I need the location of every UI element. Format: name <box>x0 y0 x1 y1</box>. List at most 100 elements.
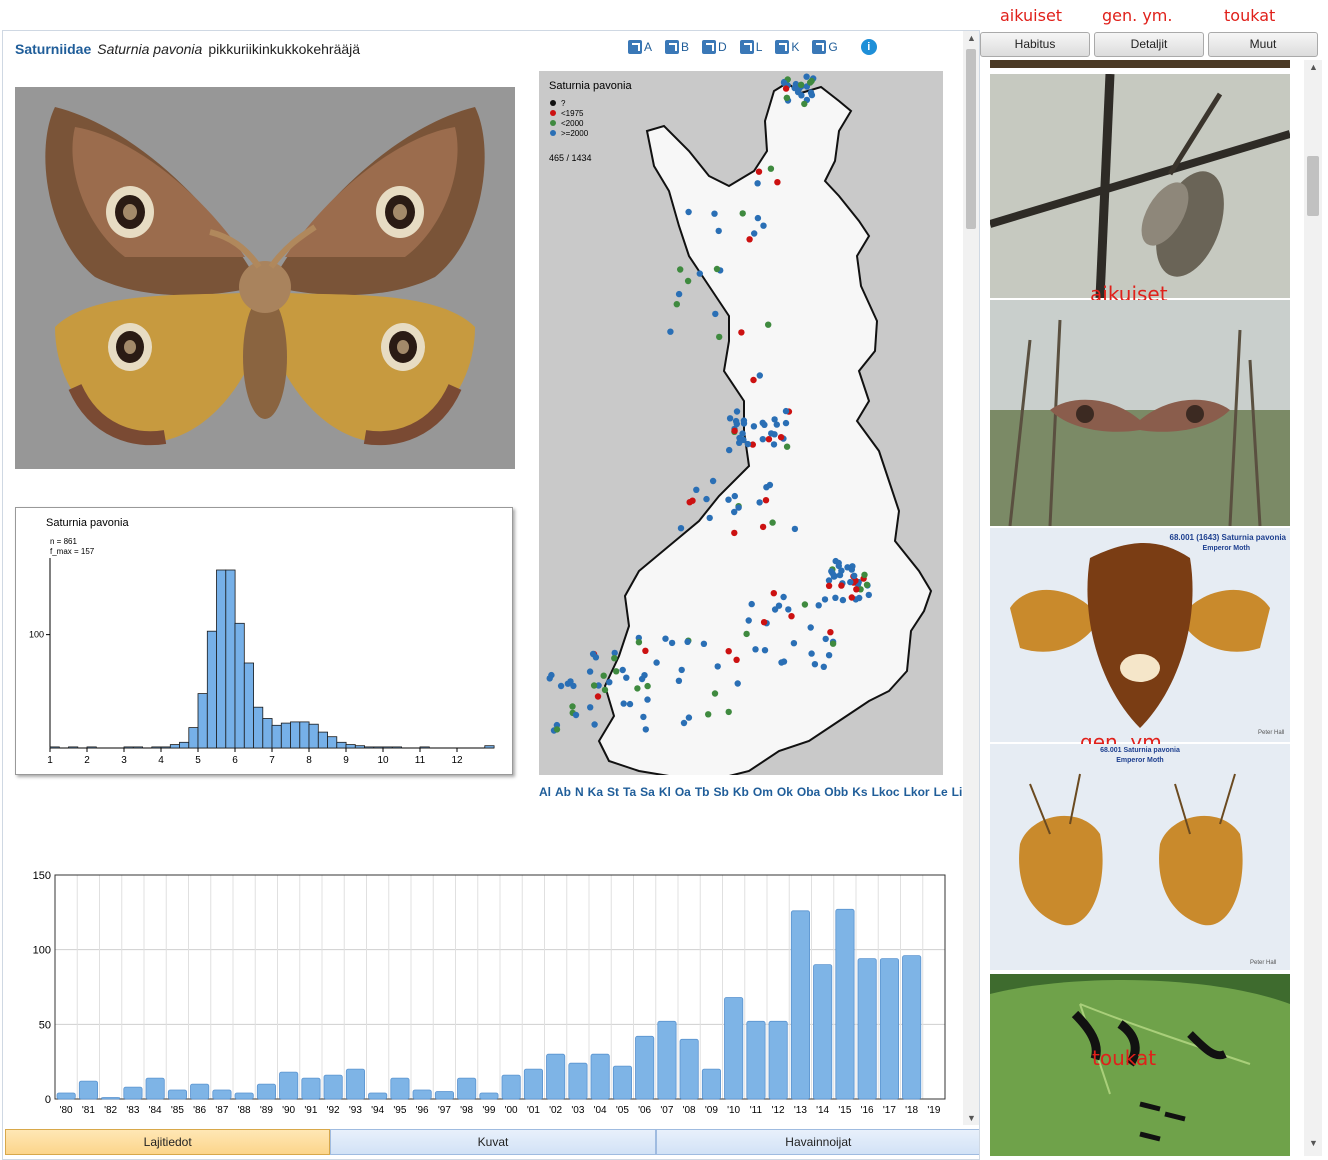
thumb-partial[interactable] <box>990 60 1290 68</box>
map-record-dot <box>600 672 607 679</box>
tab-lajitiedot[interactable]: Lajitiedot <box>5 1129 331 1155</box>
region-link-le[interactable]: Le <box>934 785 948 799</box>
region-link-lkoc[interactable]: Lkoc <box>872 785 900 799</box>
thumb-genitalia-1[interactable]: 68.001 (1643) Saturnia pavonia Emperor M… <box>990 528 1290 742</box>
specimen-photo[interactable] <box>15 87 515 469</box>
year-label: '90 <box>282 1105 295 1116</box>
year-label: '14 <box>816 1105 829 1116</box>
map-record-dot <box>736 434 743 442</box>
year-bar <box>768 1020 788 1100</box>
scroll-down-arrow-icon[interactable]: ▼ <box>967 1113 976 1123</box>
map-record-dot <box>586 668 594 675</box>
year-bar <box>212 1089 232 1100</box>
map-record-dot <box>766 481 774 489</box>
region-link-ok[interactable]: Ok <box>777 785 793 799</box>
gallery-scroll-down-icon[interactable]: ▼ <box>1309 1138 1318 1148</box>
region-link-kl[interactable]: Kl <box>659 785 671 799</box>
map-record-dot <box>638 675 646 683</box>
ext-link-d[interactable]: D <box>702 39 727 55</box>
thumb-genitalia-2[interactable]: 68.001 Saturnia pavonia Emperor Moth Pet… <box>990 744 1290 970</box>
ext-link-g[interactable]: G <box>812 39 838 55</box>
thumb-adult-heather[interactable] <box>990 300 1290 526</box>
hist-bar <box>382 746 393 749</box>
region-link-st[interactable]: St <box>607 785 619 799</box>
region-link-sb[interactable]: Sb <box>714 785 729 799</box>
map-record-dot <box>825 582 833 589</box>
label-adults: aikuiset <box>1000 6 1063 25</box>
info-icon[interactable]: i <box>860 39 877 55</box>
region-link-li[interactable]: Li <box>952 785 963 799</box>
hist-bar <box>86 746 97 749</box>
ext-link-k[interactable]: K <box>775 39 799 55</box>
hist-bar <box>225 569 236 749</box>
region-link-oba[interactable]: Oba <box>797 785 820 799</box>
year-label: '08 <box>683 1105 696 1116</box>
tab-kuvat[interactable]: Kuvat <box>330 1129 656 1155</box>
map-record-dot <box>738 329 745 336</box>
region-link-tb[interactable]: Tb <box>695 785 710 799</box>
year-bar <box>101 1097 121 1100</box>
map-record-dot <box>714 663 721 670</box>
year-label: '04 <box>594 1105 607 1116</box>
region-link-ab[interactable]: Ab <box>555 785 571 799</box>
map-record-dot <box>767 165 775 172</box>
year-label: '15 <box>838 1105 851 1116</box>
ext-link-b[interactable]: B <box>665 39 689 55</box>
hist-bar <box>373 746 384 749</box>
region-link-oa[interactable]: Oa <box>675 785 691 799</box>
region-link-ta[interactable]: Ta <box>623 785 636 799</box>
gallery-scroll-up-icon[interactable]: ▲ <box>1309 62 1318 72</box>
region-link-kb[interactable]: Kb <box>733 785 749 799</box>
region-link-lkor[interactable]: Lkor <box>904 785 930 799</box>
left-scrollbar-thumb[interactable] <box>966 49 976 229</box>
map-record-dot <box>759 419 766 426</box>
year-label: '07 <box>660 1105 673 1116</box>
year-label: '96 <box>416 1105 429 1116</box>
region-link-ks[interactable]: Ks <box>852 785 867 799</box>
map-record-dot <box>754 180 761 187</box>
year-label: '03 <box>571 1105 584 1116</box>
region-link-sa[interactable]: Sa <box>640 785 655 799</box>
region-link-al[interactable]: Al <box>539 785 551 799</box>
year-label: '80 <box>60 1105 73 1116</box>
hist-tick-label: 4 <box>158 755 164 766</box>
gallery-scrollbar[interactable] <box>1304 60 1322 1156</box>
tab-havainnoijat[interactable]: Havainnoijat <box>655 1129 979 1155</box>
map-record-dot <box>853 586 860 593</box>
map-record-dot <box>778 659 785 666</box>
family-name[interactable]: Saturniidae <box>15 41 91 57</box>
map-record-dot <box>592 654 600 661</box>
bar-ytick-label: 150 <box>33 870 51 882</box>
map-record-dot <box>848 594 855 601</box>
region-link-obb[interactable]: Obb <box>824 785 848 799</box>
map-record-dot <box>811 661 819 668</box>
map-record-dot <box>644 682 651 690</box>
scroll-up-arrow-icon[interactable]: ▲ <box>967 33 976 43</box>
map-record-dot <box>839 596 847 604</box>
map-record-dot <box>662 635 669 642</box>
region-link-om[interactable]: Om <box>753 785 773 799</box>
map-record-dot <box>725 708 732 716</box>
map-record-dot <box>557 682 565 690</box>
tab-muut[interactable]: Muut <box>1208 32 1318 57</box>
distribution-map[interactable]: Saturnia pavonia ? <1975 <2000 >=2000 465 /… <box>539 71 943 783</box>
ext-link-l[interactable]: L <box>739 39 762 55</box>
map-record-dot <box>735 504 742 511</box>
year-bar <box>590 1053 610 1100</box>
region-link-n[interactable]: N <box>575 785 584 799</box>
ext-link-a[interactable]: A <box>628 39 652 55</box>
year-bar <box>167 1089 188 1100</box>
map-record-dot <box>569 703 576 710</box>
finland-outline <box>597 81 933 783</box>
external-link-icon <box>702 40 717 54</box>
tab-detaljit[interactable]: Detaljit <box>1094 32 1204 57</box>
thumb-adult-branch[interactable] <box>990 74 1290 298</box>
tab-habitus[interactable]: Habitus <box>980 32 1090 57</box>
map-record-dot <box>851 572 858 579</box>
map-record-dot <box>780 79 788 86</box>
region-link-ka[interactable]: Ka <box>588 785 603 799</box>
map-record-dot <box>782 419 790 427</box>
map-record-dot <box>769 519 776 526</box>
gallery-scrollbar-thumb[interactable] <box>1307 156 1319 216</box>
hist-bar <box>160 746 171 749</box>
